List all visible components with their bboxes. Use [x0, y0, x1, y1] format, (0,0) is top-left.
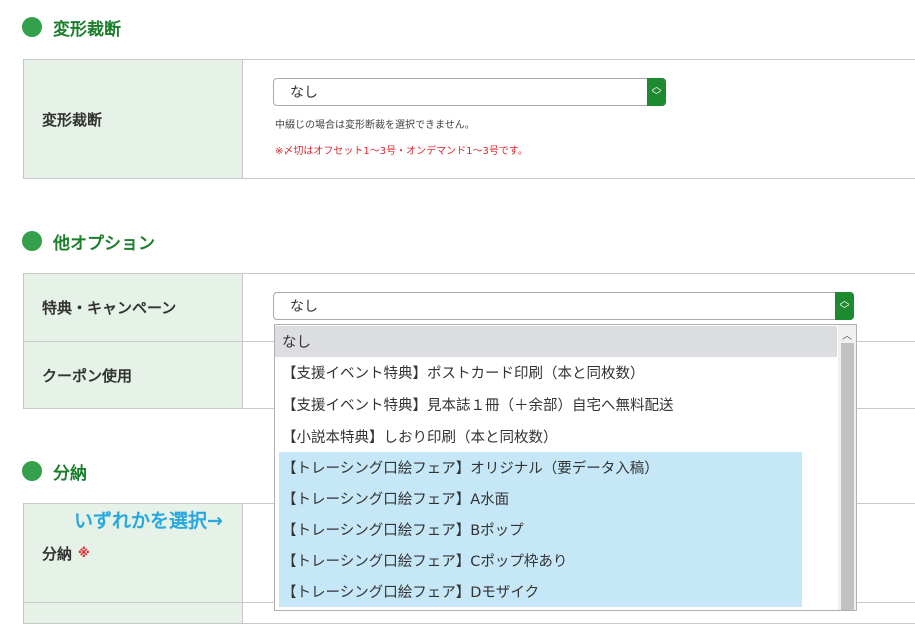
section-title-deform: 変形裁断 — [22, 16, 121, 40]
deform-select[interactable]: なし ︿ ﹀ — [273, 78, 666, 106]
scroll-up-arrow-icon[interactable]: ︿ — [838, 325, 856, 343]
section-title-delivery: 分納 — [22, 460, 87, 484]
section-title-text: 分納 — [53, 463, 87, 484]
dropdown-option[interactable]: 【トレーシング口絵フェア】Cポップ枠あり — [279, 545, 802, 576]
row-label-coupon: クーポン使用 — [24, 342, 243, 408]
section-title-other-options: 他オプション — [22, 230, 155, 254]
row-label-text: 分納 — [42, 544, 73, 563]
dropdown-scrollbar[interactable]: ︿ — [838, 325, 856, 610]
dropdown-option[interactable]: 【トレーシング口絵フェア】Dモザイク — [279, 576, 802, 607]
select-value: なし — [290, 299, 318, 315]
green-dot-icon — [22, 231, 42, 251]
annotation-text: いずれかを選択→ — [74, 510, 223, 532]
scrollbar-thumb[interactable] — [841, 343, 854, 610]
campaign-dropdown-list[interactable]: なし 【支援イベント特典】ポストカード印刷（本と同枚数） 【支援イベント特典】見… — [274, 324, 857, 611]
dropdown-option[interactable]: なし — [275, 326, 837, 357]
deform-deadline-note: ※〆切はオフセット1～3号・オンデマンド1～3号です。 — [275, 146, 528, 157]
dropdown-option[interactable]: 【トレーシング口絵フェア】A水面 — [279, 483, 802, 514]
dropdown-option[interactable]: 【支援イベント特典】ポストカード印刷（本と同枚数） — [275, 357, 645, 388]
section-title-text: 変形裁断 — [53, 19, 121, 40]
up-down-chevron-icon: ︿ ﹀ — [835, 292, 854, 320]
deform-table: 変形裁断 なし ︿ ﹀ 中綴じの場合は変形断裁を選択できません。 ※〆切はオフセッ… — [23, 59, 915, 179]
row-label-deform: 変形裁断 — [24, 60, 243, 178]
dropdown-option[interactable]: 【トレーシング口絵フェア】Bポップ — [279, 514, 802, 545]
green-dot-icon — [22, 17, 42, 37]
section-title-text: 他オプション — [53, 233, 155, 254]
dropdown-option[interactable]: 【トレーシング口絵フェア】オリジナル（要データ入稿） — [279, 452, 802, 483]
campaign-select[interactable]: なし ︿ ﹀ — [273, 292, 854, 320]
row-label-campaign: 特典・キャンペーン — [24, 274, 243, 341]
required-mark: ※ — [78, 546, 90, 560]
select-value: なし — [290, 85, 318, 101]
deform-note: 中綴じの場合は変形断裁を選択できません。 — [275, 120, 475, 131]
up-down-chevron-icon: ︿ ﹀ — [647, 78, 666, 106]
dropdown-option[interactable]: 【支援イベント特典】見本誌１冊（＋余部）自宅へ無料配送 — [275, 389, 674, 420]
green-dot-icon — [22, 461, 42, 481]
dropdown-option[interactable]: 【小説本特典】しおり印刷（本と同枚数） — [275, 421, 558, 452]
